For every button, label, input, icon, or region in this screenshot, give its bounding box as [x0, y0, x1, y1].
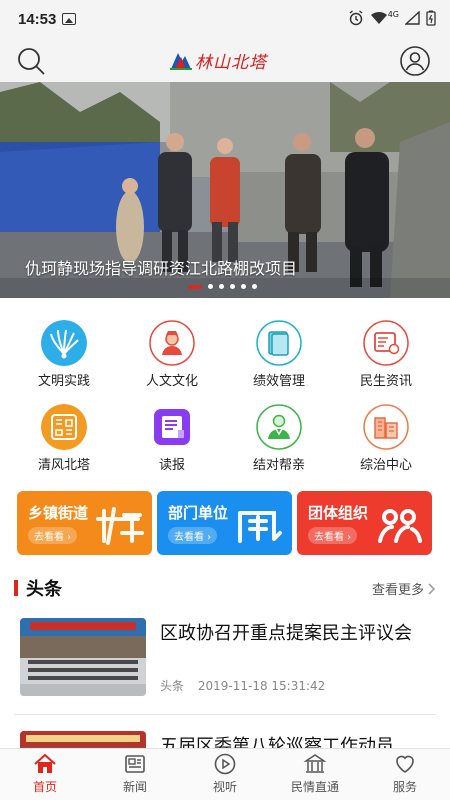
grid-label: 绩效管理 [252, 374, 305, 389]
feature-grid: 文明实践 人文文化 绩效管理 民生资讯 清风北塔 读报 结对帮亲 综治中心 [0, 316, 450, 476]
news-item[interactable]: 区政协召开重点提案民主评议会 头条 2019-11-18 15:31:42 [20, 618, 434, 718]
signal-icon [405, 11, 420, 25]
bottom-nav: 首页 新闻 视听 民情直通 服务 [0, 748, 450, 800]
status-indicators: 4G [348, 10, 436, 26]
category-cards: 乡镇街道 去看看 › 部门单位 去看看 › 团体组织 去看看 › [17, 491, 433, 555]
view-more-label: 查看更多 [371, 583, 424, 598]
card-link[interactable]: 去看看 › [168, 527, 218, 544]
grid-label: 人文文化 [145, 374, 198, 389]
book-icon [256, 320, 302, 366]
list-divider [14, 714, 436, 715]
news-tag: 头条 [160, 679, 185, 693]
user-icon [400, 46, 430, 76]
organization-glyph-icon [378, 509, 422, 543]
app-screen: 14:53 4G 林山北塔 仇珂静现场指导调研资江北路棚改项目 文明实践 人文文… [0, 0, 450, 800]
grid-label: 民生资讯 [359, 374, 412, 389]
card-organization[interactable]: 团体组织 去看看 › [297, 491, 432, 555]
person-icon [149, 320, 195, 366]
carousel-indicators [188, 284, 257, 289]
carousel-dot[interactable] [230, 284, 235, 289]
card-title: 部门单位 [168, 504, 229, 522]
news-timestamp: 2019-11-18 15:31:42 [197, 679, 326, 693]
buildings-icon [363, 404, 409, 450]
alarm-icon [349, 10, 363, 26]
grid-item-renwen[interactable]: 人文文化 [122, 316, 222, 394]
heart-icon [396, 755, 414, 773]
grid-item-qingfeng[interactable]: 清风北塔 [14, 400, 114, 478]
search-icon [18, 48, 45, 75]
seal-icon [41, 404, 87, 450]
grid-item-wenming[interactable]: 文明实践 [14, 316, 114, 394]
grid-item-jixiao[interactable]: 绩效管理 [229, 316, 329, 394]
app-logo: 林山北塔 [170, 45, 280, 75]
card-link[interactable]: 去看看 › [308, 527, 358, 544]
nav-label: 首页 [32, 780, 57, 794]
grid-label: 清风北塔 [37, 458, 90, 473]
banner-caption[interactable]: 仇珂静现场指导调研资江北路棚改项目 [25, 255, 297, 279]
grid-label: 读报 [158, 458, 185, 473]
search-button[interactable] [14, 44, 48, 78]
nav-home[interactable]: 首页 [0, 749, 90, 800]
news-meta: 头条 2019-11-18 15:31:42 [160, 677, 325, 694]
grid-item-minsheng[interactable]: 民生资讯 [336, 316, 436, 394]
view-more-link[interactable]: 查看更多 [372, 579, 436, 598]
headlines-header: 头条 查看更多 [0, 570, 450, 606]
image-notification-icon [62, 13, 76, 25]
grid-item-dubao[interactable]: 读报 [122, 400, 222, 478]
home-icon [34, 753, 56, 773]
township-glyph-icon [96, 507, 144, 545]
carousel-dot[interactable] [219, 284, 224, 289]
section-title: 头条 [26, 579, 62, 600]
carousel-dot[interactable] [241, 284, 246, 289]
network-type-label: 4G [387, 9, 399, 19]
department-glyph-icon [238, 511, 282, 543]
section-accent-bar [14, 580, 18, 596]
grid-label: 综治中心 [359, 458, 412, 473]
card-title: 团体组织 [308, 504, 369, 522]
nav-label: 民情直通 [290, 780, 339, 794]
logo-mark-icon [170, 49, 192, 71]
peacock-icon [41, 320, 87, 366]
status-bar: 14:53 4G [0, 0, 450, 40]
nav-news[interactable]: 新闻 [90, 749, 180, 800]
profile-button[interactable] [398, 44, 432, 78]
helper-icon [256, 404, 302, 450]
wifi-icon [370, 11, 387, 24]
id-card-icon [363, 320, 409, 366]
card-title: 乡镇街道 [28, 504, 89, 522]
grid-item-zongzhi[interactable]: 综治中心 [336, 400, 436, 478]
grid-label: 文明实践 [37, 374, 90, 389]
logo-text: 林山北塔 [195, 52, 267, 73]
card-link[interactable]: 去看看 › [28, 527, 78, 544]
government-building-icon [303, 754, 327, 773]
newspaper-icon [154, 409, 190, 445]
battery-icon [426, 10, 436, 26]
nav-label: 视听 [212, 780, 237, 794]
play-icon [214, 753, 236, 775]
nav-services[interactable]: 服务 [360, 749, 450, 800]
news-title: 区政协召开重点提案民主评议会 [160, 623, 412, 644]
grid-item-jiedui[interactable]: 结对帮亲 [229, 400, 329, 478]
carousel-dot-active[interactable] [188, 284, 202, 289]
nav-public-opinion[interactable]: 民情直通 [270, 749, 360, 800]
app-header: 林山北塔 [0, 40, 450, 82]
news-thumbnail [20, 618, 146, 696]
grid-label: 结对帮亲 [252, 458, 305, 473]
carousel-dot[interactable] [208, 284, 213, 289]
chevron-right-icon [428, 582, 436, 595]
nav-label: 新闻 [122, 780, 147, 794]
status-time: 14:53 [18, 11, 57, 28]
card-department[interactable]: 部门单位 去看看 › [157, 491, 292, 555]
nav-label: 服务 [392, 780, 417, 794]
nav-video[interactable]: 视听 [180, 749, 270, 800]
news-icon [125, 755, 145, 773]
carousel-dot[interactable] [252, 284, 257, 289]
card-township[interactable]: 乡镇街道 去看看 › [17, 491, 152, 555]
